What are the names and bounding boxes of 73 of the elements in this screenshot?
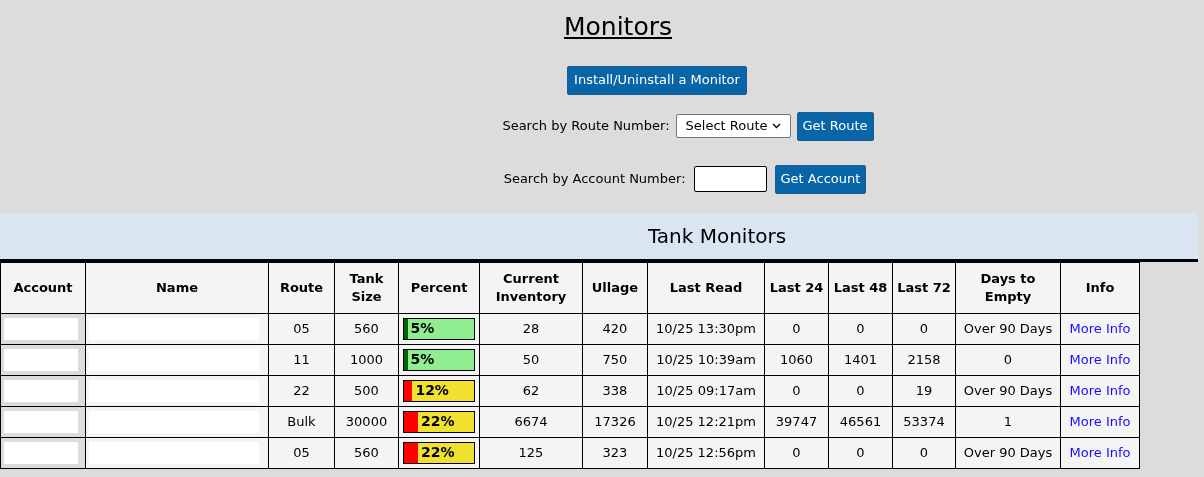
table-cell: 50 [479, 344, 583, 375]
table-cell: 0 [764, 313, 829, 344]
column-header: Last 48 [828, 262, 893, 313]
column-header: Account [0, 262, 86, 313]
column-header: Ullage [582, 262, 648, 313]
install-button[interactable]: Install/Uninstall a Monitor [567, 65, 747, 95]
table-cell: 1000 [334, 344, 399, 375]
table-cell: 323 [582, 437, 648, 468]
percent-text: 22% [421, 412, 455, 431]
account-input-field[interactable] [693, 166, 767, 192]
route-select[interactable]: Select Route [675, 114, 791, 138]
percent-text: 5% [410, 319, 435, 338]
table-cell: 10/25 10:39am [647, 344, 765, 375]
table-cell: 10/25 09:17am [647, 375, 765, 406]
table-cell: 560 [334, 313, 399, 344]
table-cell: 338 [582, 375, 648, 406]
table-cell: 62 [479, 375, 583, 406]
table-cell: 17326 [582, 406, 648, 437]
column-header: Current Inventory [479, 262, 583, 313]
table-cell: 46561 [828, 406, 893, 437]
table-cell: 1 [955, 406, 1061, 437]
column-header: Last Read [647, 262, 765, 313]
table-cell: Over 90 Days [955, 375, 1061, 406]
account-search-label: Search by Account Number: [503, 170, 686, 189]
table-cell: Over 90 Days [955, 313, 1061, 344]
table-cell: 30000 [334, 406, 399, 437]
column-header: Last 24 [764, 262, 829, 313]
column-header: Last 72 [892, 262, 956, 313]
table-cell: 750 [582, 344, 648, 375]
table-cell: 0 [892, 313, 956, 344]
table-cell: 22 [268, 375, 335, 406]
page-title: Monitors [563, 11, 673, 43]
table-cell: 39747 [764, 406, 829, 437]
table-cell: 10/25 13:30pm [647, 313, 765, 344]
column-header: Days to Empty [955, 262, 1061, 313]
percent-text: 12% [415, 381, 449, 400]
table-cell: 0 [828, 313, 893, 344]
table-cell: 125 [479, 437, 583, 468]
table-cell: 0 [764, 375, 829, 406]
column-header: Info [1060, 262, 1140, 313]
table-cell: 19 [892, 375, 956, 406]
get-account-button[interactable]: Get Account [774, 164, 867, 194]
table-cell: Over 90 Days [955, 437, 1061, 468]
table-cell: 10/25 12:56pm [647, 437, 765, 468]
table-cell: 560 [334, 437, 399, 468]
table-cell: 11 [268, 344, 335, 375]
table-cell: 0 [828, 437, 893, 468]
column-header: Route [268, 262, 335, 313]
table-cell: 1401 [828, 344, 893, 375]
table-cell: 28 [479, 313, 583, 344]
route-search-label: Search by Route Number: [502, 117, 670, 136]
column-header: Name [85, 262, 269, 313]
table-cell: 0 [828, 375, 893, 406]
table-cell: 05 [268, 437, 335, 468]
table-cell: 2158 [892, 344, 956, 375]
column-header: Tank Size [334, 262, 399, 313]
column-header: Percent [398, 262, 480, 313]
table-cell: 420 [582, 313, 648, 344]
section-title: Tank Monitors [647, 222, 787, 250]
table-cell: Bulk [268, 406, 335, 437]
table-cell: 1060 [764, 344, 829, 375]
table-cell: 6674 [479, 406, 583, 437]
percent-text: 5% [410, 350, 435, 369]
table-cell: 0 [892, 437, 956, 468]
table-cell: 500 [334, 375, 399, 406]
get-route-button[interactable]: Get Route [796, 111, 874, 141]
percent-text: 22% [421, 443, 455, 462]
table-cell: 10/25 12:21pm [647, 406, 765, 437]
chevron-down-icon [771, 123, 781, 129]
table-cell: 0 [764, 437, 829, 468]
table-cell: 05 [268, 313, 335, 344]
table-cell: 53374 [892, 406, 956, 437]
table-cell: 0 [955, 344, 1061, 375]
